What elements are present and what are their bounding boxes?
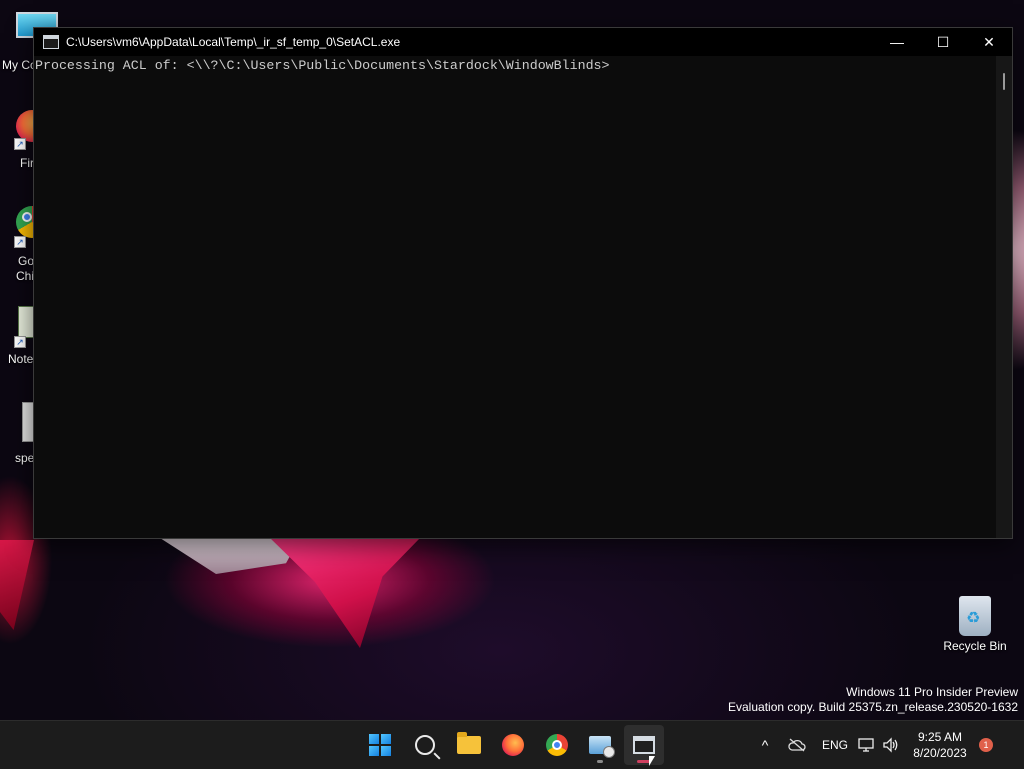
close-button[interactable]: ✕ xyxy=(966,28,1012,56)
console-window[interactable]: C:\Users\vm6\AppData\Local\Temp\_ir_sf_t… xyxy=(33,27,1013,539)
windows-watermark: Windows 11 Pro Insider Preview Evaluatio… xyxy=(728,685,1018,715)
language-label: ENG xyxy=(821,738,848,752)
desktop-icon-label: Note xyxy=(8,352,34,366)
network-app-icon xyxy=(589,736,615,758)
desktop-icon-label: Fir xyxy=(20,156,34,170)
desktop-icon-recycle-bin[interactable]: ♻ Recycle Bin xyxy=(943,596,1007,653)
wallpaper-petal xyxy=(270,538,420,648)
cloud-offline-icon xyxy=(788,738,806,752)
scrollbar-thumb[interactable] xyxy=(1003,73,1005,90)
shortcut-arrow-icon: ↗ xyxy=(14,236,26,248)
console-output[interactable]: Processing ACL of: <\\?\C:\Users\Public\… xyxy=(34,56,996,538)
maximize-button[interactable]: ☐ xyxy=(920,28,966,56)
show-hidden-icons-button[interactable]: ^ xyxy=(750,721,780,769)
clock-date: 8/20/2023 xyxy=(913,746,967,760)
desktop-icon-label: Go xyxy=(18,254,35,268)
file-explorer-icon xyxy=(457,732,481,754)
watermark-build: Evaluation copy. Build 25375.zn_release.… xyxy=(728,700,1018,714)
start-button[interactable] xyxy=(360,725,400,765)
clock-button[interactable]: 9:25 AM 8/20/2023 xyxy=(904,721,976,769)
console-app-icon xyxy=(43,35,59,49)
language-indicator[interactable]: ENG xyxy=(814,721,856,769)
maximize-icon: ☐ xyxy=(936,33,950,50)
search-icon xyxy=(415,735,435,755)
recycle-bin-icon: ♻ xyxy=(959,596,991,636)
desktop-icon-label: spe xyxy=(15,451,35,465)
window-titlebar[interactable]: C:\Users\vm6\AppData\Local\Temp\_ir_sf_t… xyxy=(34,28,1012,56)
desktop-icon-label: Chi xyxy=(16,269,35,283)
volume-button[interactable] xyxy=(878,721,904,769)
volume-icon xyxy=(883,737,898,753)
taskbar-firefox[interactable] xyxy=(493,725,533,765)
minimize-button[interactable]: — xyxy=(874,28,920,56)
firefox-icon xyxy=(502,734,524,756)
close-icon: ✕ xyxy=(983,33,995,50)
network-button[interactable] xyxy=(856,721,878,769)
taskbar: ^ ENG 9:25 AM 8/20/2023 1 xyxy=(0,720,1024,769)
mouse-cursor xyxy=(649,756,655,766)
vertical-scrollbar[interactable] xyxy=(996,56,1012,538)
chevron-up-icon: ^ xyxy=(761,737,769,753)
taskbar-file-explorer[interactable] xyxy=(449,725,489,765)
recycle-bin-label: Recycle Bin xyxy=(943,639,1007,653)
watermark-edition: Windows 11 Pro Insider Preview xyxy=(846,685,1018,699)
search-button[interactable] xyxy=(405,725,445,765)
clock-time: 9:25 AM xyxy=(917,730,962,744)
taskbar-console-app[interactable] xyxy=(624,725,664,765)
console-app-icon xyxy=(633,736,655,754)
shortcut-arrow-icon: ↗ xyxy=(14,138,26,150)
taskbar-chrome[interactable] xyxy=(537,725,577,765)
wallpaper-petal xyxy=(0,540,34,630)
minimize-icon: — xyxy=(890,34,904,50)
notification-badge: 1 xyxy=(979,738,993,752)
running-indicator xyxy=(597,760,603,763)
chrome-icon xyxy=(546,734,568,756)
shortcut-arrow-icon: ↗ xyxy=(14,336,26,348)
start-icon xyxy=(369,734,391,756)
network-icon xyxy=(858,738,874,752)
window-title: C:\Users\vm6\AppData\Local\Temp\_ir_sf_t… xyxy=(66,35,401,49)
taskbar-network-app[interactable] xyxy=(580,725,620,765)
notification-center-button[interactable]: 1 xyxy=(976,721,996,769)
desktop-icon-label: My Co xyxy=(2,58,37,72)
onedrive-button[interactable] xyxy=(780,721,814,769)
system-tray: ^ ENG 9:25 AM 8/20/2023 1 xyxy=(750,721,996,769)
